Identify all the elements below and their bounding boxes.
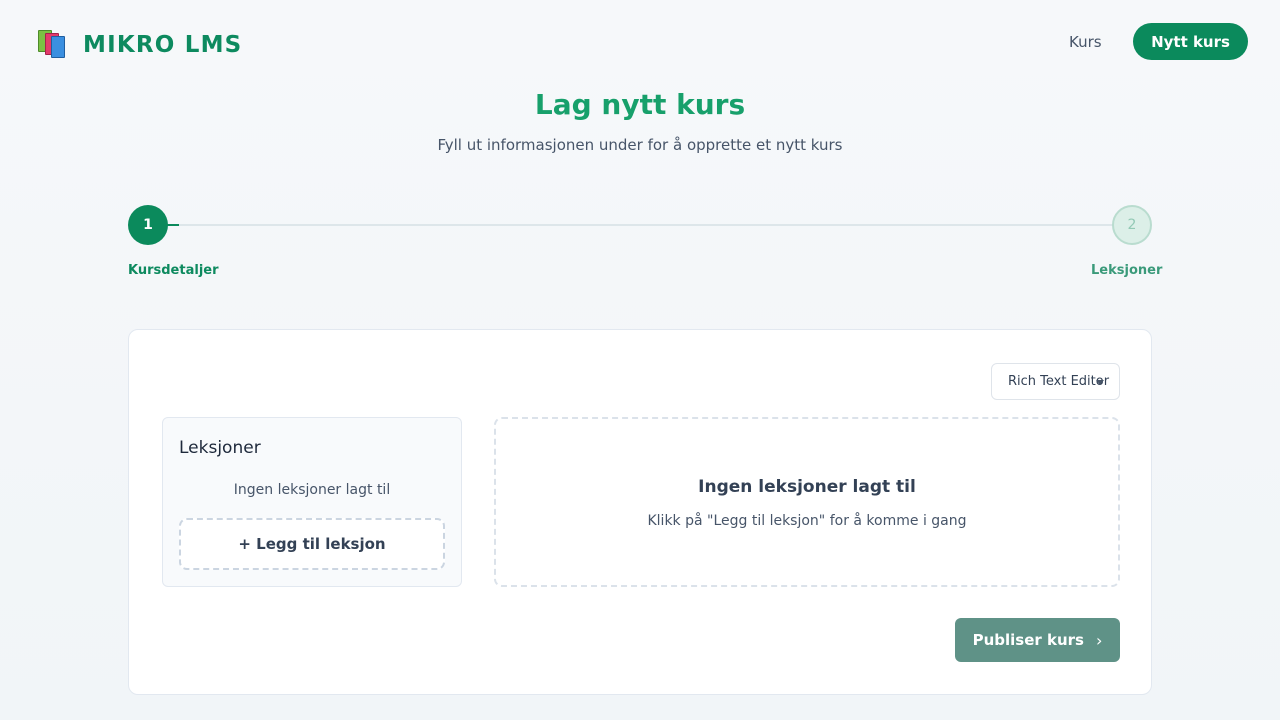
publish-course-button[interactable]: Publiser kurs ›	[955, 618, 1120, 662]
stepper-track	[148, 224, 1132, 226]
caret-down-icon	[1096, 380, 1104, 385]
step-1-label: Kursdetaljer	[128, 263, 219, 278]
lessons-empty-text: Ingen leksjoner lagt til	[233, 482, 391, 498]
add-lesson-button[interactable]: + Legg til leksjon	[179, 518, 445, 570]
lessons-panel: Leksjoner Ingen leksjoner lagt til + Leg…	[162, 417, 462, 587]
editor-select[interactable]: Rich Text Editor	[991, 363, 1120, 400]
lessons-panel-title: Leksjoner	[179, 438, 261, 458]
lesson-empty-state: Ingen leksjoner lagt til Klikk på "Legg …	[494, 417, 1120, 587]
page-subtitle: Fyll ut informasjonen under for å oppret…	[437, 136, 843, 154]
step-2-label: Leksjoner	[1091, 263, 1163, 278]
course-card: Rich Text Editor Leksjoner Ingen leksjon…	[128, 329, 1152, 695]
chevron-right-icon: ›	[1096, 630, 1103, 650]
step-1-indicator[interactable]: 1	[128, 205, 168, 245]
empty-state-title: Ingen leksjoner lagt til	[698, 477, 916, 497]
logo[interactable]: MIKRO LMS	[36, 28, 242, 62]
books-icon	[36, 28, 70, 62]
editor-select-value: Rich Text Editor	[1008, 374, 1110, 389]
logo-text: MIKRO LMS	[83, 32, 243, 58]
publish-button-label: Publiser kurs	[972, 631, 1084, 649]
nav-link-kurs[interactable]: Kurs	[1069, 33, 1102, 51]
app-header: MIKRO LMS Kurs Nytt kurs	[0, 0, 1280, 86]
page-title: Lag nytt kurs	[534, 88, 746, 121]
step-2-indicator[interactable]: 2	[1112, 205, 1152, 245]
new-course-button[interactable]: Nytt kurs	[1133, 23, 1248, 60]
empty-state-text: Klikk på "Legg til leksjon" for å komme …	[647, 513, 967, 529]
